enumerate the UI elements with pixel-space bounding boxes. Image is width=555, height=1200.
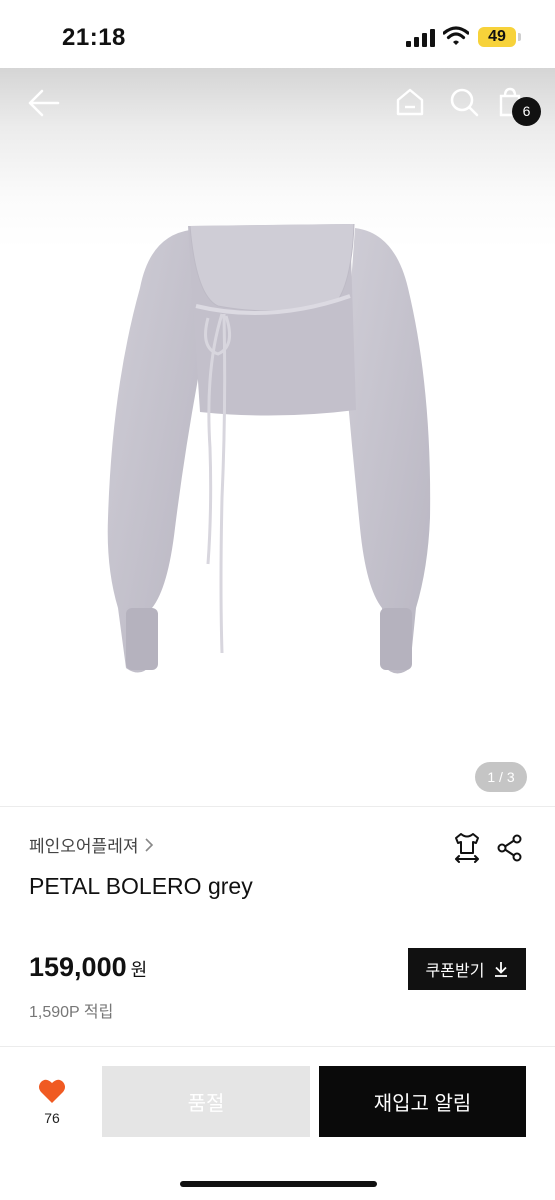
product-name: PETAL BOLERO grey bbox=[29, 873, 253, 899]
divider bbox=[0, 806, 555, 807]
product-price: 159,000 bbox=[29, 952, 127, 982]
status-bar: 21:18 49 bbox=[0, 0, 555, 68]
reward-points: 1,590P 적립 bbox=[29, 1004, 114, 1021]
share-icon[interactable] bbox=[497, 834, 523, 862]
home-icon[interactable] bbox=[394, 86, 426, 118]
chevron-right-icon bbox=[145, 837, 154, 852]
battery-tip bbox=[518, 33, 521, 41]
status-time: 21:18 bbox=[62, 24, 126, 51]
restock-alert-button[interactable]: 재입고 알림 bbox=[319, 1066, 526, 1137]
product-image bbox=[107, 223, 431, 674]
sold-out-label: 품절 bbox=[187, 1093, 225, 1115]
brand-name: 페인오어플레져 bbox=[29, 837, 139, 856]
price-row: 159,000 원 bbox=[29, 952, 147, 983]
price-currency: 원 bbox=[130, 960, 148, 980]
battery-indicator: 49 bbox=[478, 27, 516, 47]
restock-alert-label: 재입고 알림 bbox=[373, 1093, 472, 1115]
download-icon bbox=[495, 962, 508, 977]
cart-count-badge: 6 bbox=[512, 97, 541, 126]
image-page-indicator: 1 / 3 bbox=[475, 762, 527, 792]
back-arrow-icon[interactable] bbox=[26, 88, 60, 118]
brand-link[interactable]: 페인오어플레져 bbox=[29, 832, 154, 857]
cellular-signal-icon bbox=[406, 29, 435, 47]
wishlist-button[interactable]: 76 bbox=[30, 1078, 74, 1126]
home-indicator bbox=[180, 1181, 377, 1187]
product-image-gallery[interactable]: 6 1 / 3 bbox=[0, 68, 555, 806]
sold-out-button: 품절 bbox=[102, 1066, 310, 1137]
wifi-icon bbox=[443, 26, 469, 45]
search-icon[interactable] bbox=[448, 86, 480, 118]
wishlist-count: 76 bbox=[44, 1110, 60, 1126]
size-guide-icon[interactable] bbox=[452, 831, 482, 863]
divider bbox=[0, 1046, 555, 1047]
coupon-button-label: 쿠폰받기 bbox=[425, 963, 485, 980]
heart-icon bbox=[39, 1079, 65, 1103]
coupon-download-button[interactable]: 쿠폰받기 bbox=[408, 948, 526, 990]
